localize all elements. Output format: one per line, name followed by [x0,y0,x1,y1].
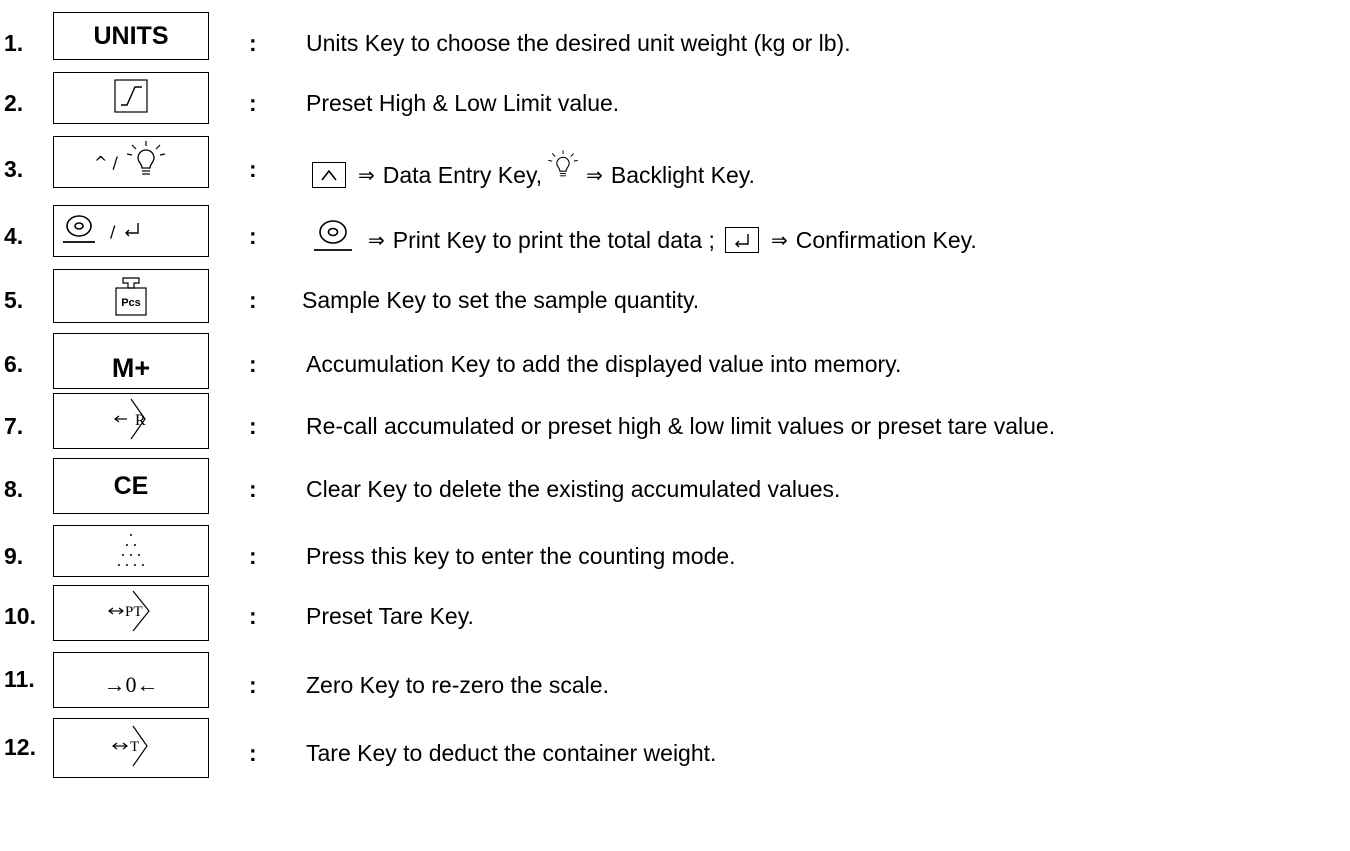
counting-dots-icon [111,527,151,576]
key-description: Preset Tare Key. [306,603,474,629]
colon: : [249,603,257,629]
preset-tare-icon: PT [99,587,163,640]
colon: : [249,287,257,313]
key-row-clear: 8. CE : Clear Key to delete the existing… [0,458,1350,518]
units-key-label: UNITS [93,21,169,50]
item-number: 1. [4,30,24,56]
recall-icon: R [101,395,161,448]
limit-key [53,72,209,124]
key-row-accumulation: 6. M+ : Accumulation Key to add the disp… [0,333,1350,393]
colon: : [249,413,257,439]
colon: : [249,351,257,377]
caret-up-icon [312,161,346,188]
tare-icon: T [101,720,161,777]
key-row-units: 1. UNITS : Units Key to choose the desir… [0,12,1350,72]
units-key: UNITS [53,12,209,60]
key-description: ⇒ Print Key to print the total data ; ⇒ … [306,217,977,262]
item-number: 9. [4,543,24,569]
implies-arrow: ⇒ [586,162,603,187]
item-number: 2. [4,90,24,116]
implies-arrow: ⇒ [358,162,375,187]
enter-icon [724,226,759,253]
key-description: Re-call accumulated or preset high & low… [306,413,1056,439]
item-number: 4. [4,223,24,249]
print-confirm-key: / [53,205,209,257]
data-entry-description: Data Entry Key, [382,161,543,188]
colon: : [249,30,257,56]
zero-key: →0← [53,652,209,708]
item-number: 5. [4,287,24,313]
key-row-counting: 9. : Press this key to enter the countin… [0,525,1350,585]
confirmation-description: Confirmation Key. [795,226,977,253]
key-description: Units Key to choose the desired unit wei… [306,30,851,56]
implies-arrow: ⇒ [368,227,385,252]
colon: : [249,90,257,116]
implies-arrow: ⇒ [770,227,788,252]
key-description: Preset High & Low Limit value. [306,90,620,116]
colon: : [249,543,257,569]
print-icon [60,211,98,252]
print-description: Print Key to print the total data ; [392,226,715,253]
tare-key: T [53,718,209,778]
lightbulb-icon [124,140,168,185]
preset-tare-key-label: PT [125,604,143,620]
accumulation-key: M+ [53,333,209,389]
key-row-tare: 12. T : Tare Key to deduct the container… [0,718,1350,778]
lightbulb-icon [546,148,580,189]
key-row-zero: 11. →0← : Zero Key to re-zero the scale. [0,652,1350,712]
item-number: 10. [4,603,36,629]
key-description: Accumulation Key to add the displayed va… [306,351,902,377]
key-row-recall: 7. R : Re-call accumulated or preset hig… [0,393,1350,453]
colon: : [249,672,257,698]
print-icon [312,217,354,262]
colon: : [249,156,257,182]
clear-key-label: CE [113,471,149,500]
clear-key: CE [53,458,209,514]
key-description: ⇒ Data Entry Key, ⇒ Backlight Key. [306,150,755,195]
backlight-description: Backlight Key. [610,161,755,188]
key-description: Zero Key to re-zero the scale. [306,672,609,698]
item-number: 12. [4,734,36,760]
sample-key: Pcs [53,269,209,323]
key-row-print-confirm: 4. / : ⇒ Print Key to print the total da… [0,205,1350,265]
recall-key-label: R [135,412,146,429]
limit-icon [114,78,148,118]
sample-weight-icon: Pcs [113,275,149,317]
recall-key: R [53,393,209,449]
zero-icon: →0← [103,672,159,697]
colon: : [249,476,257,502]
key-description: Tare Key to deduct the container weight. [306,740,717,766]
key-description: Press this key to enter the counting mod… [306,543,736,569]
key-row-preset-tare: 10. PT : Preset Tare Key. [0,585,1350,645]
tare-key-label: T [130,739,139,755]
data-entry-backlight-key: ^ / [53,136,209,188]
data-entry-key-label: ^ / [94,152,118,172]
colon: : [249,223,257,249]
key-description: Sample Key to set the sample quantity. [302,287,700,313]
enter-icon [123,221,141,242]
item-number: 6. [4,351,24,377]
key-row-limit: 2. : Preset High & Low Limit value. [0,72,1350,132]
item-number: 11. [4,666,35,692]
item-number: 3. [4,156,24,182]
colon: : [249,740,257,766]
item-number: 7. [4,413,24,439]
item-number: 8. [4,476,24,502]
key-description: Clear Key to delete the existing accumul… [306,476,841,502]
key-row-sample: 5. Pcs : Sample Key to set the sample qu… [0,269,1350,329]
key-row-data-entry-backlight: 3. ^ / : ⇒ Data Entry Key, ⇒ Backlight K… [0,136,1350,196]
accumulation-key-label: M+ [111,352,151,383]
sample-key-label: Pcs [121,297,141,309]
preset-tare-key: PT [53,585,209,641]
key-separator: / [110,221,116,241]
counting-key [53,525,209,577]
